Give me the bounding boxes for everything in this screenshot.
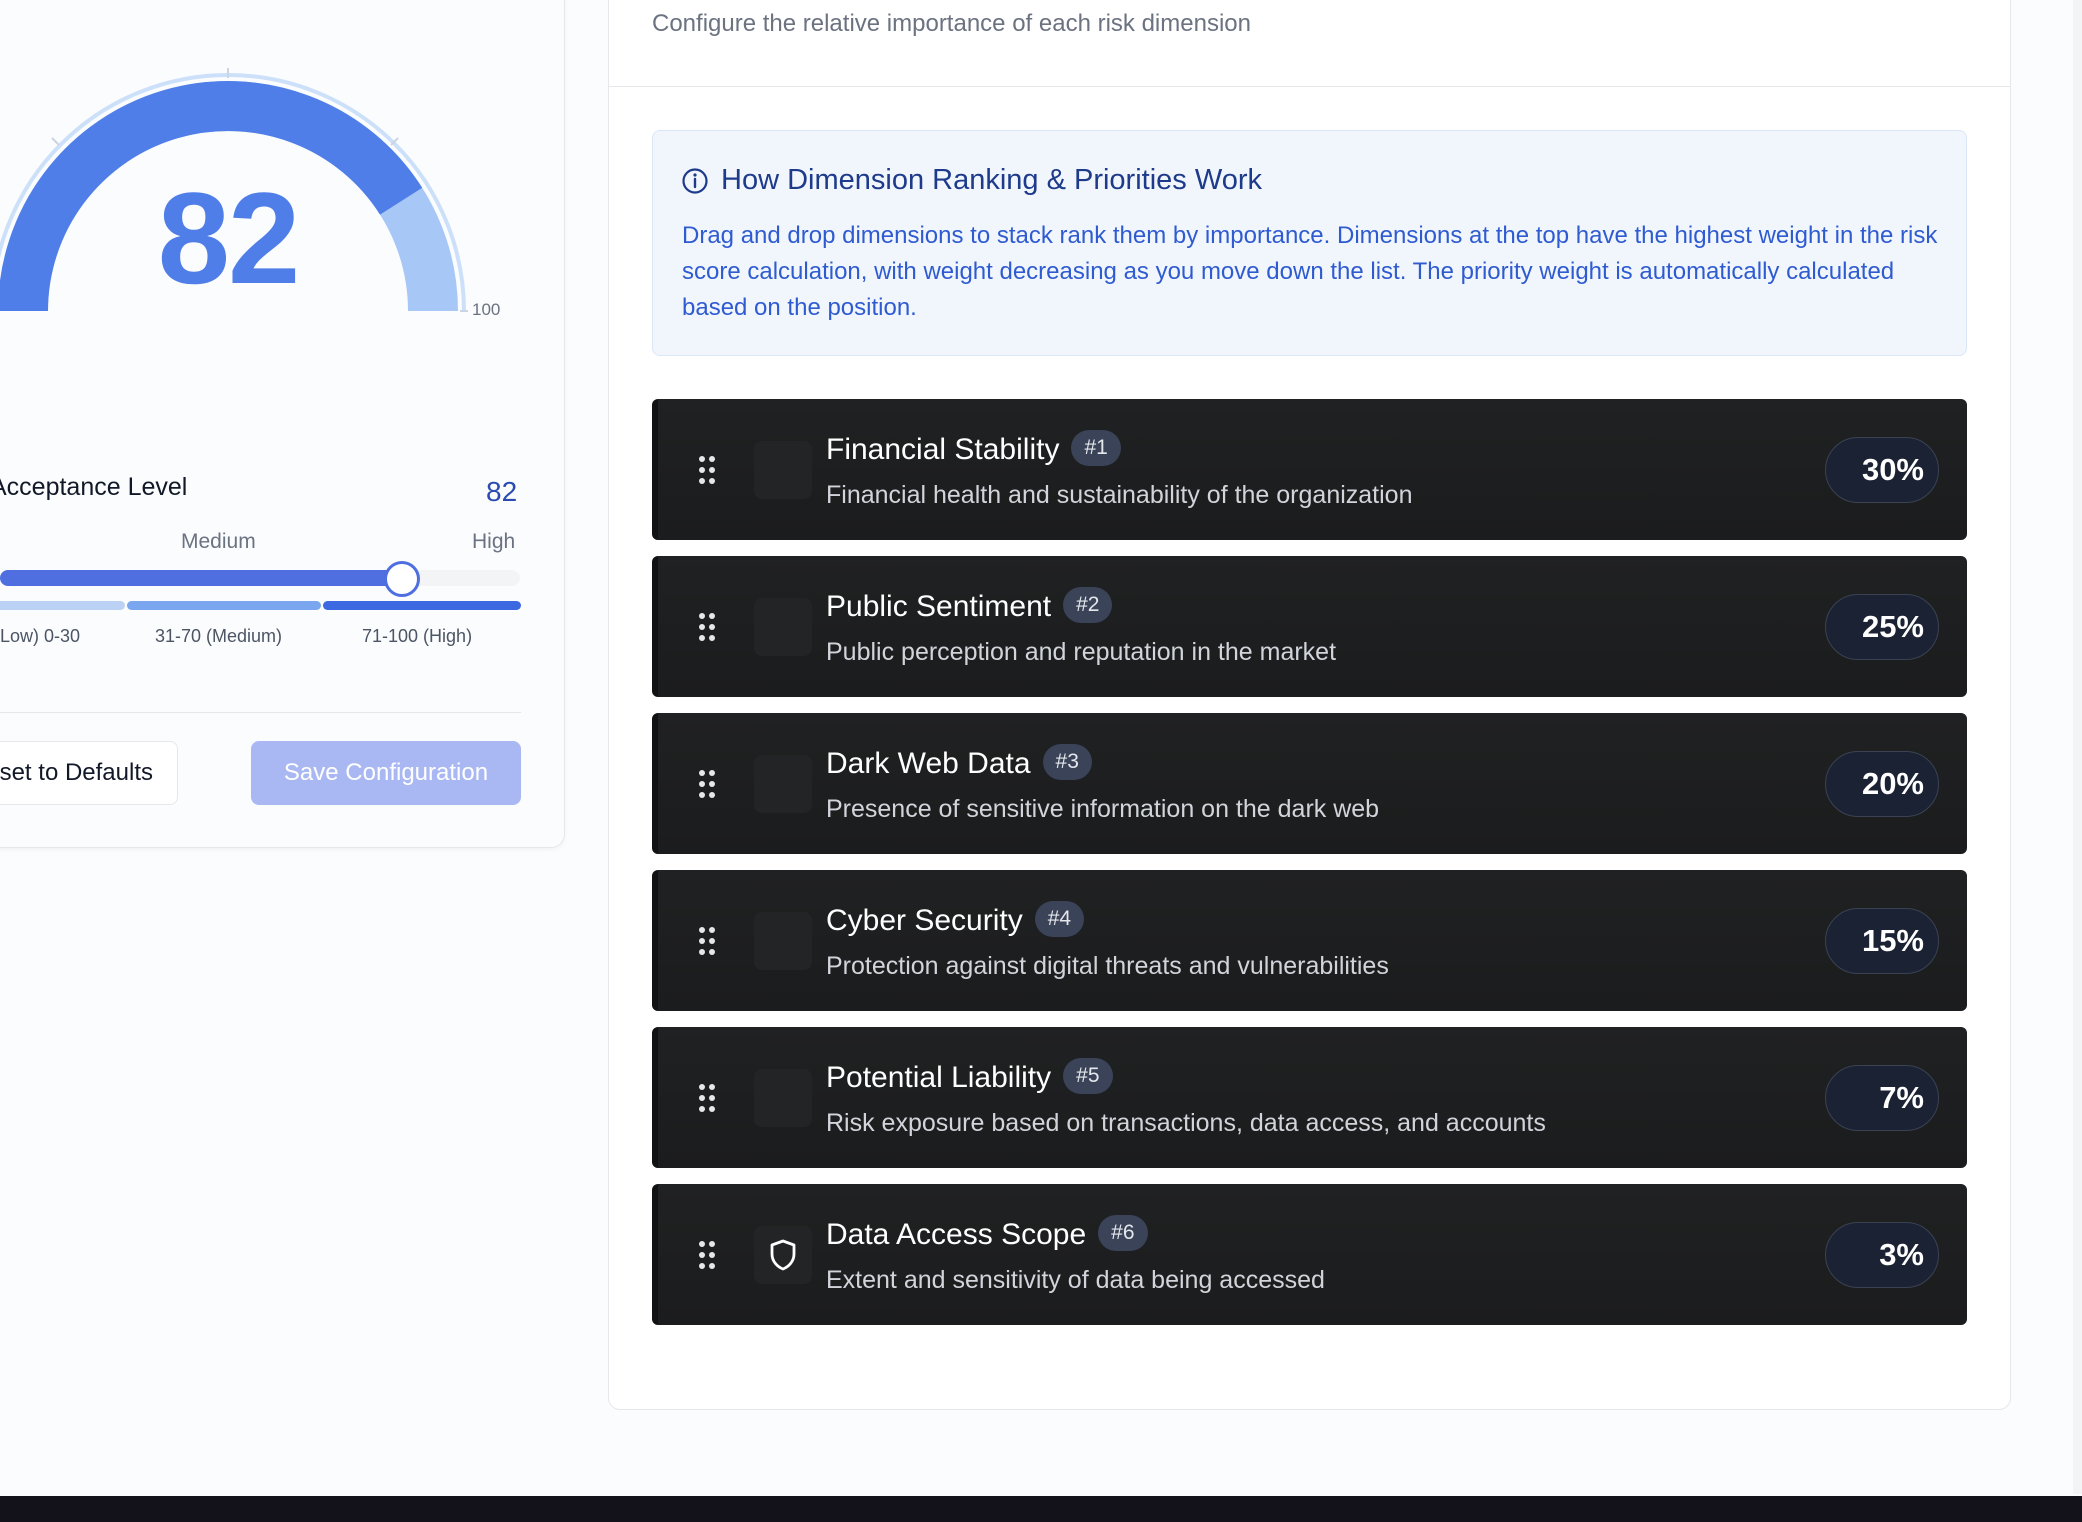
acceptance-slider-fill <box>0 570 403 586</box>
level-medium-label: Medium <box>181 530 256 553</box>
rank-badge: #6 <box>1098 1215 1148 1252</box>
drag-handle-icon[interactable] <box>698 769 716 799</box>
rank-badge: #2 <box>1063 587 1113 624</box>
range-medium-segment <box>127 601 321 610</box>
info-icon <box>682 168 708 194</box>
page-scrollbar[interactable] <box>2073 0 2082 1494</box>
panel-header-divider <box>609 86 2010 87</box>
dimension-description: Presence of sensitive information on the… <box>826 795 1380 823</box>
rank-badge: #1 <box>1071 430 1121 467</box>
dimension-row[interactable]: Financial Stability #1 Financial health a… <box>652 399 1967 540</box>
weight-pill: 30% <box>1825 437 1939 503</box>
dimension-name-line: Dark Web Data #3 <box>826 744 1092 783</box>
info-text: Drag and drop dimensions to stack rank t… <box>682 222 1938 321</box>
rank-badge: #4 <box>1034 901 1085 938</box>
dimension-name: Dark Web Data <box>826 747 1031 780</box>
dimension-icon <box>754 912 812 970</box>
dimension-description: Risk exposure based on transactions, dat… <box>826 1109 1546 1137</box>
range-low-text: 0-30 (Low) <box>0 626 80 646</box>
drag-handle-icon[interactable] <box>698 612 716 642</box>
bottom-bar <box>0 1496 2082 1522</box>
gauge-value: 82 <box>157 165 301 311</box>
range-medium-label: 31-70 (Medium) <box>155 626 283 646</box>
dimension-icon <box>754 755 812 813</box>
drag-handle-icon[interactable] <box>698 1240 716 1270</box>
dimension-name: Data Access Scope <box>826 1218 1087 1251</box>
dimension-description: Financial health and sustainability of t… <box>826 481 1413 509</box>
dimension-row[interactable]: Dark Web Data #3 Presence of sensitive in… <box>652 713 1967 854</box>
weight-pill: 3% <box>1825 1222 1939 1288</box>
card-divider <box>0 712 521 713</box>
dimension-name-line: Financial Stability #1 <box>826 430 1121 469</box>
acceptance-slider-thumb[interactable] <box>384 561 420 597</box>
dimension-name-line: Public Sentiment #2 <box>826 587 1113 626</box>
weight-pill: 7% <box>1825 1065 1939 1131</box>
dimension-row[interactable]: Public Sentiment #2 Public perception and… <box>652 556 1967 697</box>
dimension-description: Extent and sensitivity of data being acc… <box>826 1266 1325 1294</box>
dimension-name: Potential Liability <box>826 1061 1052 1094</box>
weight-pill: 15% <box>1825 908 1939 974</box>
dimension-icon <box>754 598 812 656</box>
dimension-description: Protection against digital threats and v… <box>826 952 1389 980</box>
level-high-label: High <box>472 530 516 553</box>
acceptance-level-label: Acceptance Level <box>0 473 188 501</box>
range-low-segment <box>0 601 125 610</box>
dimension-icon <box>754 441 812 499</box>
panel-subtitle: Configure the relative importance of eac… <box>652 10 1251 37</box>
reset-to-defaults-button[interactable]: Reset to Defaults <box>0 741 178 805</box>
dimension-row[interactable]: Cyber Security #4 Protection against digi… <box>652 870 1967 1011</box>
dimension-icon <box>754 1226 812 1284</box>
shield-icon <box>770 1239 796 1271</box>
dimension-name-line: Potential Liability #5 <box>826 1058 1113 1097</box>
range-high-segment <box>323 601 521 610</box>
dimension-description: Public perception and reputation in the … <box>826 638 1337 666</box>
dimension-icon <box>754 1069 812 1127</box>
dimension-name-line: Data Access Scope #6 <box>826 1215 1148 1254</box>
range-low-label: 0-30 (Low) <box>0 626 80 647</box>
rank-badge: #3 <box>1042 744 1092 781</box>
dimension-row[interactable]: Data Access Scope #6 Extent and sensitivi… <box>652 1184 1967 1325</box>
gauge-tick <box>51 137 60 146</box>
dimension-name: Public Sentiment <box>826 590 1052 623</box>
dimension-list: Financial Stability #1 Financial health a… <box>652 399 1967 1341</box>
dimension-name: Cyber Security <box>826 904 1023 937</box>
range-high-label: 71-100 (High) <box>362 626 473 646</box>
rank-badge: #5 <box>1063 1058 1113 1095</box>
drag-handle-icon[interactable] <box>698 455 716 485</box>
drag-handle-icon[interactable] <box>698 1083 716 1113</box>
weight-pill: 25% <box>1825 594 1939 660</box>
save-configuration-button[interactable]: Save Configuration <box>251 741 521 805</box>
drag-handle-icon[interactable] <box>698 926 716 956</box>
acceptance-level-value: 82 <box>486 476 518 507</box>
dimension-name-line: Cyber Security #4 <box>826 901 1085 940</box>
dimension-name: Financial Stability <box>826 433 1060 466</box>
weight-pill: 20% <box>1825 751 1939 817</box>
dimension-row[interactable]: Potential Liability #5 Risk exposure base… <box>652 1027 1967 1168</box>
info-title: How Dimension Ranking & Priorities Work <box>721 164 1262 196</box>
gauge-max-label: 100 <box>472 300 501 319</box>
